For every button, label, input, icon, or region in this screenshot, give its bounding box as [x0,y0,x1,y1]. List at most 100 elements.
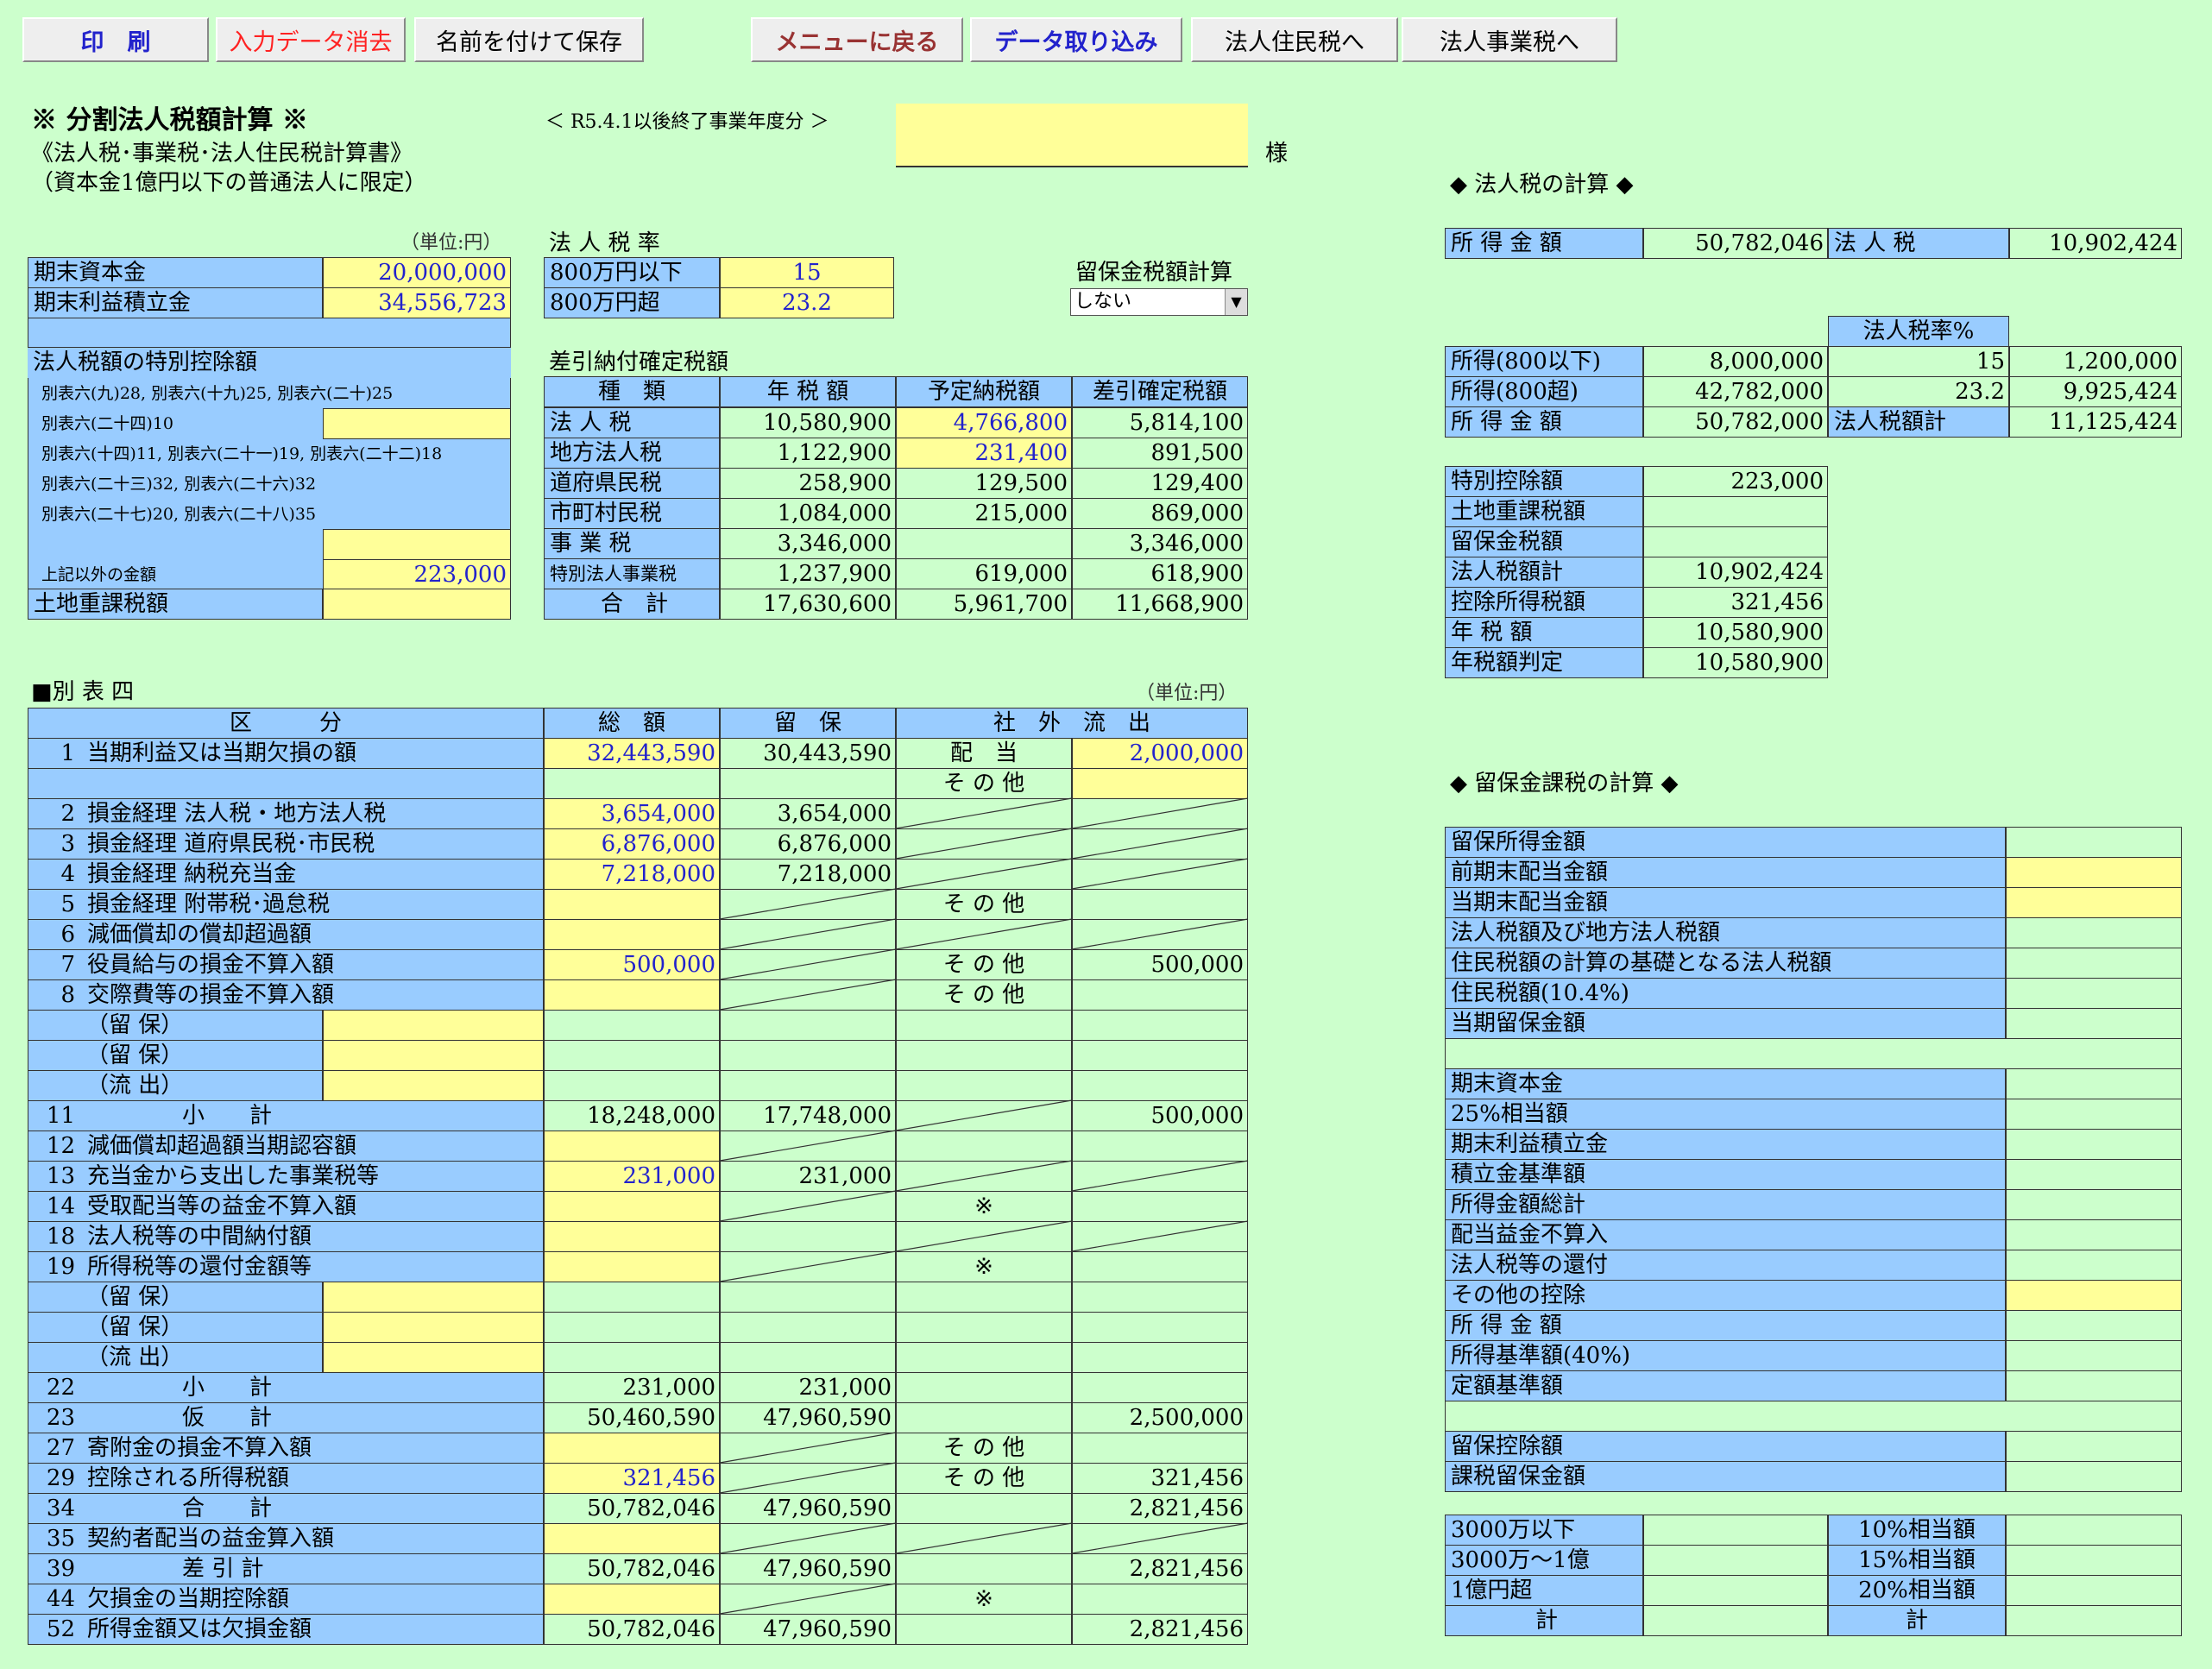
capital-value-input[interactable]: 34,556,723 [323,287,511,318]
ryuhokin-label: 当期末配当金額 [1445,887,2006,918]
diagonal-line [1071,828,1249,860]
company-name-input[interactable] [896,104,1248,167]
ryuho-select[interactable]: しない ▼ [1070,288,1248,316]
beppyo4-sub-label-input[interactable] [323,1010,544,1041]
beppyo4-row-no: 12 [46,1133,75,1159]
sashihiki-row-label: 合 計 [544,589,720,620]
hojinzei-summary-value [1643,526,1828,557]
beppyo4-row-label: 44 欠損金の当期控除額 [28,1584,544,1615]
ryuhokin-label: 配当益金不算入 [1445,1219,2006,1250]
juminzei-button[interactable]: 法人住民税へ [1191,17,1398,62]
hojinzei-summary-label: 法人税額計 [1445,557,1643,588]
beppyo4-row-text: 損金経理 道府県民税･市民税 [87,831,375,857]
beppyo4-shagai-kubun [896,1040,1072,1071]
jigyozei-button[interactable]: 法人事業税へ [1402,17,1617,62]
tokubetsu-value-input[interactable] [323,529,511,560]
sashihiki-nen: 258,900 [720,468,896,499]
diagonal-line [895,1099,1073,1131]
ryuhokin-label: 住民税額の計算の基礎となる法人税額 [1445,948,2006,979]
sashihiki-title: 差引納付確定税額 [549,350,729,375]
sashihiki-yotei-input[interactable]: 231,400 [896,438,1072,469]
beppyo4-sogaku-input[interactable]: 231,000 [544,1161,720,1192]
beppyo4-row-text: 法人税等の中間納付額 [87,1224,312,1250]
menu-back-button[interactable]: メニューに戻る [751,17,963,62]
beppyo4-row-label: 11 小 計 [28,1100,544,1131]
beppyo4-sogaku: 50,782,046 [544,1493,720,1524]
beppyo4-header: 社 外 流 出 [896,708,1248,739]
period-label: ＜ R5.4.1以後終了事業年度分 ＞ [545,111,829,133]
beppyo4-sub-label-input[interactable] [323,1282,544,1313]
beppyo4-sogaku-input[interactable] [544,1131,720,1162]
beppyo4-sogaku-input[interactable] [544,919,720,950]
beppyo4-sogaku-input[interactable]: 7,218,000 [544,859,720,890]
import-data-button[interactable]: データ取り込み [970,17,1182,62]
bracket-rate: 15%相当額 [1828,1545,2006,1576]
beppyo4-shagai-kubun: ※ [896,1584,1072,1615]
beppyo4-row-text: 当期利益又は当期欠損の額 [87,740,357,766]
beppyo4-row-text: 欠損金の当期控除額 [87,1586,290,1612]
beppyo4-header: 留 保 [720,708,896,739]
beppyo4-row-label: 34 合 計 [28,1493,544,1524]
beppyo4-sogaku-input[interactable] [544,1221,720,1252]
tochi-value-input[interactable] [323,589,511,620]
bracket-tax [2006,1575,2182,1606]
ryuhokin-value-input[interactable] [2006,1280,2182,1311]
beppyo4-shagai-value: 2,821,456 [1072,1553,1248,1584]
beppyo4-shagai-value [1072,1010,1248,1041]
diagonal-line [1071,1160,1249,1192]
beppyo4-sogaku-input[interactable] [544,1523,720,1554]
hojinzei-row-amount: 8,000,000 [1643,346,1828,377]
capital-value-input[interactable]: 20,000,000 [323,257,511,288]
sashihiki-yotei: 619,000 [896,558,1072,589]
save-as-button[interactable]: 名前を付けて保存 [414,17,644,62]
ryuhokin-label: 留保所得金額 [1445,827,2006,858]
beppyo4-shagai-value-input[interactable]: 2,000,000 [1072,738,1248,769]
rate-value-input[interactable]: 23.2 [720,287,894,318]
chevron-down-icon[interactable]: ▼ [1225,289,1247,315]
sashihiki-yotei: 5,961,700 [896,589,1072,620]
beppyo4-sogaku-input[interactable] [544,1191,720,1222]
tokubetsu-value-input[interactable] [323,408,511,439]
beppyo4-row-text: 所得金額又は欠損金額 [87,1616,312,1642]
bracket-tax [2006,1545,2182,1576]
beppyo4-sogaku [544,1282,720,1313]
beppyo4-sogaku-input[interactable]: 32,443,590 [544,738,720,769]
beppyo4-ryuho [720,1040,896,1071]
beppyo4-sogaku-input[interactable]: 500,000 [544,949,720,980]
beppyo4-sub-label-input[interactable] [323,1040,544,1071]
beppyo4-row-no: 7 [60,952,75,978]
beppyo4-ryuho [720,1010,896,1041]
beppyo4-row-label: 22 小 計 [28,1372,544,1403]
ryuhokin-value-input[interactable] [2006,857,2182,888]
print-button[interactable]: 印 刷 [22,17,209,62]
beppyo4-sogaku-input[interactable] [544,1251,720,1282]
beppyo4-sogaku-input[interactable] [544,889,720,920]
beppyo4-shagai-value [1072,1191,1248,1222]
tokubetsu-value-input[interactable]: 223,000 [323,559,511,590]
beppyo4-row-label: 1 当期利益又は当期欠損の額 [28,738,544,769]
ryuhokin-label: 前期末配当金額 [1445,857,2006,888]
ryuhokin-label: 住民税額(10.4%) [1445,978,2006,1009]
ryuhokin-label: 当期留保金額 [1445,1008,2006,1039]
clear-input-button[interactable]: 入力データ消去 [216,17,406,62]
diagonal-line [719,948,897,980]
beppyo4-sogaku-input[interactable] [544,1433,720,1464]
beppyo4-sogaku-input[interactable]: 321,456 [544,1463,720,1494]
hojinzei-summary-label: 留保金税額 [1445,526,1643,557]
ryuhokin-value [2006,1461,2182,1492]
sashihiki-yotei-input[interactable]: 4,766,800 [896,407,1072,438]
beppyo4-sub-label-input[interactable] [323,1070,544,1101]
sashihiki-nen: 1,122,900 [720,438,896,469]
rate-value-input[interactable]: 15 [720,257,894,288]
beppyo4-sogaku-input[interactable] [544,1584,720,1615]
beppyo4-sub-label-input[interactable] [323,1342,544,1373]
ryuhokin-value-input[interactable] [2006,887,2182,918]
beppyo4-sogaku-input[interactable] [544,979,720,1011]
beppyo4-sub-label: （流 出） [86,1073,184,1099]
beppyo4-shagai-value-input[interactable] [1072,768,1248,799]
ryuhokin-value [2006,917,2182,948]
beppyo4-sogaku-input[interactable]: 6,876,000 [544,828,720,860]
beppyo4-sogaku-input[interactable]: 3,654,000 [544,798,720,829]
beppyo4-sogaku [544,768,720,799]
beppyo4-sub-label-input[interactable] [323,1312,544,1343]
